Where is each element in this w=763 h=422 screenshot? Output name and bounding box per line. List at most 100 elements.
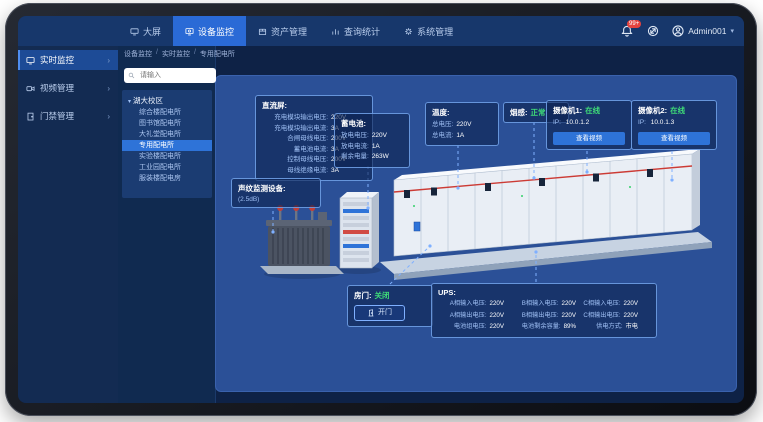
- notification-badge: 99+: [627, 20, 641, 28]
- camera2-ip: 10.0.1.3: [651, 119, 675, 126]
- user-menu[interactable]: Admin001 ▾: [672, 25, 734, 37]
- main-content: 直流屏: 充电模块输出电压:220V 充电模块输出电流:3A 合闸母线电压:20…: [215, 75, 737, 392]
- tree-item-label: 专用配电所: [139, 142, 174, 149]
- metric-row: 放电电流:1A: [341, 142, 403, 153]
- sidebar: 实时监控 › 视频管理 › 门禁管理 ›: [18, 46, 118, 403]
- device-frame: 大屏 设备监控 资产管理 查询统计 系统管理 99+: [5, 3, 757, 416]
- nav-item-system-management[interactable]: 系统管理: [392, 16, 465, 46]
- user-name: Admin001: [688, 26, 726, 36]
- nav-label: 大屏: [143, 25, 161, 38]
- smoke-status: 正常: [531, 107, 546, 118]
- nav-label: 查询统计: [344, 25, 380, 38]
- ups-metric: 电池剩余容量:89%: [504, 322, 576, 333]
- sidebar-item-realtime-monitoring[interactable]: 实时监控 ›: [18, 50, 118, 70]
- notifications-button[interactable]: 99+: [620, 24, 634, 38]
- sidebar-item-access-control[interactable]: 门禁管理 ›: [18, 106, 118, 126]
- sidebar-item-label: 视频管理: [40, 82, 74, 94]
- nav-label: 设备监控: [198, 25, 234, 38]
- nav-item-query-statistics[interactable]: 查询统计: [319, 16, 392, 46]
- camera2-panel: 摄像机2: 在线 IP: 10.0.1.3 查看视频: [631, 100, 717, 150]
- nav-item-device-monitoring[interactable]: 设备监控: [173, 16, 246, 46]
- search-icon: [128, 72, 135, 79]
- ups-metric: C相输出电压:220V: [576, 311, 638, 322]
- breadcrumb-item[interactable]: 专用配电所: [200, 49, 235, 59]
- metric-row: 放电电压:220V: [341, 131, 403, 142]
- battery-panel: 蓄电池: 放电电压:220V 放电电流:1A 剩余电量:263W: [334, 113, 410, 168]
- nav-label: 系统管理: [417, 25, 453, 38]
- tree-item[interactable]: 专用配电所: [122, 140, 212, 151]
- ups-panel: UPS: A相输入电压:220V B相输入电压:220V C相输入电压:220V…: [431, 283, 657, 338]
- view-video-button[interactable]: 查看视频: [638, 132, 710, 145]
- panel-title: 蓄电池:: [341, 118, 403, 129]
- nav-item-dashboard[interactable]: 大屏: [118, 16, 173, 46]
- panel-title: 温度:: [432, 107, 492, 118]
- camera2-status: 在线: [670, 105, 685, 116]
- topbar-actions: 99+ Admin001 ▾: [620, 16, 734, 46]
- open-door-button[interactable]: 开门: [354, 305, 405, 321]
- door-label: 房门:: [354, 290, 372, 301]
- ip-label: IP:: [638, 119, 646, 126]
- chevron-down-icon: ▾: [730, 27, 734, 35]
- camera1-title: 摄像机1:: [553, 105, 582, 116]
- chart-icon: [331, 27, 340, 36]
- door-open-icon: [367, 309, 375, 317]
- ups-metric: A相输出电压:220V: [438, 311, 504, 322]
- tree-root-node[interactable]: ▾湖大校区: [122, 94, 212, 107]
- open-door-label: 开门: [378, 307, 392, 319]
- user-avatar-icon: [672, 25, 684, 37]
- search-input[interactable]: [138, 71, 212, 80]
- acoustic-label: 声纹监测设备:: [238, 183, 314, 194]
- gear-icon: [404, 27, 413, 36]
- big-screen-icon: [130, 27, 139, 36]
- camera1-status: 在线: [585, 105, 600, 116]
- temperature-panel: 温度: 总电压:220V 总电流:1A: [425, 102, 499, 146]
- collapse-arrow-icon: ▾: [128, 99, 131, 105]
- top-nav-bar: 大屏 设备监控 资产管理 查询统计 系统管理 99+: [18, 16, 744, 46]
- main-nav: 大屏 设备监控 资产管理 查询统计 系统管理: [118, 16, 465, 46]
- tree-item[interactable]: 综合楼配电所: [122, 107, 212, 118]
- tree-item[interactable]: 工业园配电所: [122, 162, 212, 173]
- door-panel: 房门: 关闭 开门: [347, 285, 433, 327]
- sidebar-item-video-management[interactable]: 视频管理 ›: [18, 78, 118, 98]
- door-status: 关闭: [375, 290, 390, 301]
- app-screen: 大屏 设备监控 资产管理 查询统计 系统管理 99+: [18, 16, 744, 403]
- monitor-icon: [185, 27, 194, 36]
- video-camera-icon: [26, 84, 35, 93]
- tree-root-label: 湖大校区: [133, 96, 163, 105]
- nav-label: 资产管理: [271, 25, 307, 38]
- fullscreen-icon: [647, 25, 659, 37]
- ups-metric: A相输入电压:220V: [438, 299, 504, 310]
- sidebar-item-label: 实时监控: [40, 54, 74, 66]
- transformer: [260, 205, 344, 279]
- metric-row: 总电压:220V: [432, 120, 492, 131]
- view-video-button[interactable]: 查看视频: [553, 132, 625, 145]
- box-icon: [258, 27, 267, 36]
- chevron-right-icon: ›: [107, 112, 110, 121]
- ups-metric: 供电方式:市电: [576, 322, 638, 333]
- tree-item[interactable]: 大礼堂配电所: [122, 129, 212, 140]
- tree-search: [124, 68, 216, 83]
- tree-item[interactable]: 服装楼配电房: [122, 173, 212, 184]
- nav-item-asset-management[interactable]: 资产管理: [246, 16, 319, 46]
- breadcrumb-item[interactable]: 实时监控: [162, 49, 190, 59]
- wall-device: [414, 222, 420, 231]
- tree-item-label: 大礼堂配电所: [139, 131, 181, 138]
- chevron-right-icon: ›: [107, 56, 110, 65]
- fullscreen-button[interactable]: [646, 24, 660, 38]
- tree-item[interactable]: 实验楼配电所: [122, 151, 212, 162]
- metric-row: 总电流:1A: [432, 131, 492, 142]
- smoke-label: 烟感:: [510, 107, 528, 118]
- breadcrumb-separator: /: [156, 49, 158, 59]
- tree-item-label: 服装楼配电房: [139, 175, 181, 182]
- camera1-panel: 摄像机1: 在线 IP: 10.0.1.2 查看视频: [546, 100, 632, 150]
- tree-item-label: 实验楼配电所: [139, 153, 181, 160]
- ups-metric: C相输入电压:220V: [576, 299, 638, 310]
- metric-row: 剩余电量:263W: [341, 152, 403, 163]
- ups-metric: B相输入电压:220V: [504, 299, 576, 310]
- ip-label: IP:: [553, 119, 561, 126]
- breadcrumb-separator: /: [194, 49, 196, 59]
- tree-item[interactable]: 图书馆配电所: [122, 118, 212, 129]
- panel-title: UPS:: [438, 288, 650, 297]
- camera1-ip: 10.0.1.2: [566, 119, 590, 126]
- breadcrumb-item[interactable]: 设备监控: [124, 49, 152, 59]
